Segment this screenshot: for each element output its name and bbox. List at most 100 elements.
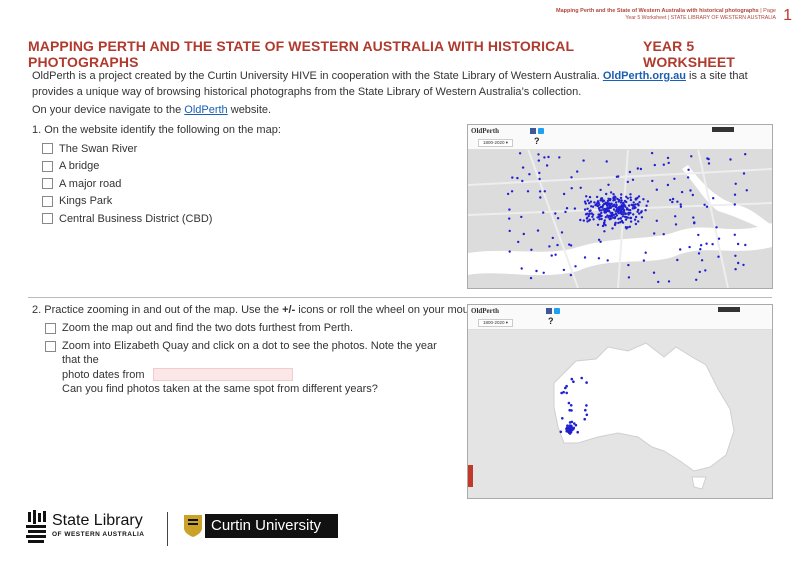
photo-dot[interactable] bbox=[568, 243, 571, 246]
photo-dot[interactable] bbox=[707, 157, 710, 161]
photo-dot[interactable] bbox=[717, 255, 720, 258]
photo-dot[interactable] bbox=[733, 233, 736, 236]
photo-dot[interactable] bbox=[666, 183, 670, 187]
photo-dot[interactable] bbox=[585, 413, 589, 417]
photo-dot[interactable] bbox=[712, 197, 715, 200]
photo-dot[interactable] bbox=[697, 233, 700, 237]
photo-dot[interactable] bbox=[695, 278, 698, 281]
photo-dot[interactable] bbox=[596, 204, 599, 207]
photo-dot[interactable] bbox=[639, 167, 643, 171]
photo-dot[interactable] bbox=[733, 203, 736, 206]
photo-dot[interactable] bbox=[673, 177, 676, 180]
photo-dot[interactable] bbox=[615, 175, 619, 178]
photo-dot[interactable] bbox=[597, 238, 601, 241]
photo-dot[interactable] bbox=[603, 230, 606, 233]
photo-dot[interactable] bbox=[691, 193, 694, 197]
photo-dot[interactable] bbox=[600, 211, 603, 215]
photo-dot[interactable] bbox=[562, 390, 565, 394]
photo-dot[interactable] bbox=[521, 166, 525, 169]
photo-dot[interactable] bbox=[632, 203, 635, 207]
photo-dot[interactable] bbox=[551, 236, 554, 240]
photo-dot[interactable] bbox=[611, 227, 614, 230]
photo-dot[interactable] bbox=[510, 190, 514, 193]
photo-dot[interactable] bbox=[612, 213, 616, 216]
photo-dot[interactable] bbox=[662, 163, 665, 166]
photo-dot[interactable] bbox=[529, 276, 533, 280]
photo-dot[interactable] bbox=[586, 199, 590, 202]
photo-dot[interactable] bbox=[543, 190, 546, 193]
photo-dot[interactable] bbox=[627, 204, 631, 207]
photo-dot[interactable] bbox=[617, 200, 620, 203]
checkbox[interactable] bbox=[42, 195, 53, 207]
photo-dot[interactable] bbox=[565, 207, 569, 210]
photo-dot[interactable] bbox=[572, 380, 575, 383]
photo-dot[interactable] bbox=[556, 217, 560, 220]
photo-dot[interactable] bbox=[626, 216, 629, 219]
photo-dot[interactable] bbox=[559, 430, 563, 434]
photo-dot[interactable] bbox=[638, 212, 641, 215]
photo-dot[interactable] bbox=[638, 201, 641, 204]
photo-dot[interactable] bbox=[542, 211, 545, 214]
photo-dot[interactable] bbox=[585, 404, 588, 407]
photo-dot[interactable] bbox=[662, 233, 665, 236]
photo-dot[interactable] bbox=[543, 156, 546, 159]
photo-dot[interactable] bbox=[610, 203, 613, 206]
photo-dot[interactable] bbox=[744, 243, 747, 247]
photo-dot[interactable] bbox=[637, 220, 640, 223]
photo-dot[interactable] bbox=[729, 158, 732, 161]
photo-dot[interactable] bbox=[634, 203, 637, 206]
photo-dot[interactable] bbox=[742, 263, 745, 267]
photo-dot[interactable] bbox=[568, 432, 572, 435]
photo-dot[interactable] bbox=[617, 217, 620, 221]
photo-dot[interactable] bbox=[705, 242, 708, 245]
photo-dot[interactable] bbox=[550, 254, 553, 257]
photo-dot[interactable] bbox=[667, 161, 670, 165]
photo-dot[interactable] bbox=[733, 193, 737, 196]
photo-dot[interactable] bbox=[506, 192, 510, 196]
checkbox[interactable] bbox=[42, 143, 53, 155]
photo-dot[interactable] bbox=[614, 201, 618, 204]
photo-dot[interactable] bbox=[604, 224, 607, 227]
photo-dot[interactable] bbox=[585, 381, 588, 384]
photo-dot[interactable] bbox=[597, 257, 601, 260]
contribute-button[interactable] bbox=[712, 127, 734, 132]
photo-dot[interactable] bbox=[564, 210, 567, 214]
photo-dot[interactable] bbox=[561, 417, 564, 420]
photo-dot[interactable] bbox=[653, 163, 656, 167]
photo-dot[interactable] bbox=[538, 171, 541, 175]
photo-dot[interactable] bbox=[582, 219, 585, 222]
photo-dot[interactable] bbox=[645, 204, 648, 207]
photo-dot[interactable] bbox=[537, 153, 540, 156]
photo-dot[interactable] bbox=[608, 214, 611, 218]
photo-dot[interactable] bbox=[715, 226, 718, 229]
photo-dot[interactable] bbox=[671, 200, 674, 204]
photo-dot[interactable] bbox=[679, 203, 682, 206]
photo-dot[interactable] bbox=[737, 261, 740, 265]
photo-dot[interactable] bbox=[615, 214, 619, 217]
photo-dot[interactable] bbox=[621, 221, 625, 224]
photo-dot[interactable] bbox=[568, 421, 572, 424]
photo-dot[interactable] bbox=[653, 232, 656, 235]
photo-dot[interactable] bbox=[626, 180, 629, 184]
photo-dot[interactable] bbox=[633, 218, 637, 221]
photo-dot[interactable] bbox=[635, 198, 638, 201]
checkbox[interactable] bbox=[42, 160, 53, 172]
photo-dot[interactable] bbox=[693, 222, 696, 225]
date-range-select[interactable]: 1800-2020 ▾ bbox=[478, 139, 514, 147]
photo-dot[interactable] bbox=[545, 164, 549, 167]
photo-dot[interactable] bbox=[538, 190, 542, 193]
photo-dot[interactable] bbox=[607, 183, 610, 186]
photo-dot[interactable] bbox=[676, 258, 679, 262]
photo-dot[interactable] bbox=[576, 430, 579, 434]
photo-dot[interactable] bbox=[636, 167, 639, 170]
photo-dot[interactable] bbox=[620, 199, 623, 202]
photo-dot[interactable] bbox=[516, 176, 519, 180]
photo-dot[interactable] bbox=[734, 182, 737, 185]
photo-dot[interactable] bbox=[566, 424, 569, 427]
photo-dot[interactable] bbox=[585, 195, 588, 198]
photo-dot[interactable] bbox=[568, 427, 572, 430]
photo-dot[interactable] bbox=[699, 244, 703, 247]
photo-dot[interactable] bbox=[570, 176, 573, 179]
photo-dot[interactable] bbox=[589, 200, 593, 203]
photo-dot[interactable] bbox=[627, 263, 630, 267]
